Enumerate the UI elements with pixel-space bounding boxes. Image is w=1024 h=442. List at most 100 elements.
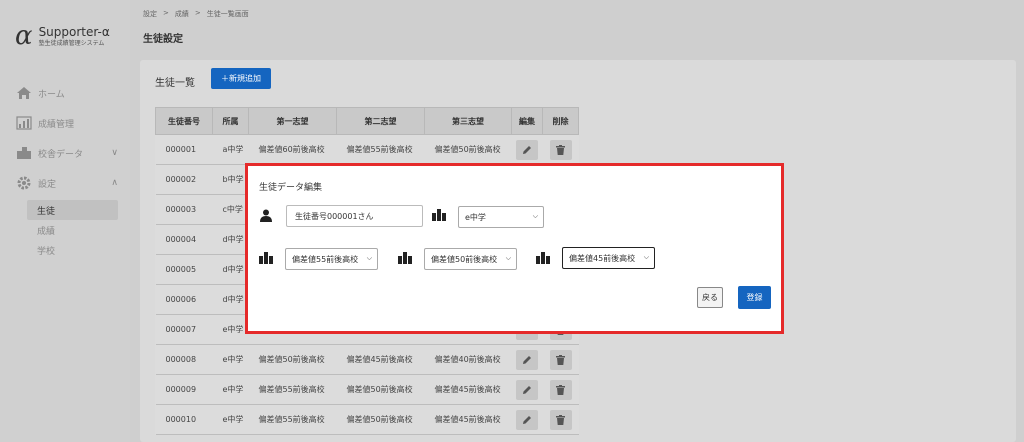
edit-pencil-icon[interactable] <box>516 349 538 370</box>
chevron-down-icon: ⌵ <box>643 253 649 261</box>
edit-student-modal: 生徒データ編集 生徒番号000001さん e中学 ⌵ 偏差値55前後高校 ⌵ 偏… <box>245 163 784 334</box>
second-choice-select[interactable]: 偏差値50前後高校 ⌵ <box>424 248 517 270</box>
table-cell: 000005 <box>155 254 213 285</box>
table-cell: d中学 <box>212 254 249 285</box>
table-cell: 偏差値40前後高校 <box>424 344 512 375</box>
trash-icon[interactable] <box>549 409 572 430</box>
column-header: 第一志望 <box>248 107 337 135</box>
table-cell: b中学 <box>212 164 249 195</box>
breadcrumb-separator: > <box>163 9 169 17</box>
add-student-button[interactable]: ＋新規追加 <box>211 68 271 89</box>
table-cell-delete <box>542 344 579 375</box>
chevron-down-icon: ⌵ <box>505 254 511 262</box>
sidebar-item-home[interactable]: ホーム <box>0 78 130 108</box>
edit-pencil-icon[interactable] <box>516 409 538 430</box>
table-row: 000008 e中学 偏差値50前後高校 偏差値45前後高校 偏差値40前後高校 <box>155 344 579 375</box>
modal-title: 生徒データ編集 <box>259 183 323 193</box>
table-cell: 000008 <box>155 344 213 375</box>
table-header-row: 生徒番号 所属 第一志望 第二志望 第三志望 編集 削除 <box>155 107 579 135</box>
third-choice-select[interactable]: 偏差値45前後高校 ⌵ <box>562 247 655 269</box>
chart-icon <box>15 115 33 131</box>
sidebar-item-grades[interactable]: 成績管理 <box>0 108 130 138</box>
first-choice-value: 偏差値55前後高校 <box>292 254 359 264</box>
table-cell-delete <box>542 374 579 405</box>
back-button[interactable]: 戻る <box>697 287 723 308</box>
school-select-value: e中学 <box>465 212 486 222</box>
page-title: 生徒設定 <box>143 34 183 45</box>
table-cell-delete <box>542 134 579 165</box>
logo-alpha: α <box>15 21 33 51</box>
sidebar-item-label: 成績管理 <box>38 119 75 130</box>
chevron-up-icon: ∧ <box>111 178 118 188</box>
sidebar-nav: ホーム 成績管理 校舎データ ∨ 設定 ∧ 生徒 成績 学校 <box>0 78 130 260</box>
table-cell: 偏差値60前後高校 <box>248 134 337 165</box>
building-icon <box>15 145 33 161</box>
sidebar-subitem-students[interactable]: 生徒 <box>27 200 118 220</box>
column-header: 編集 <box>511 107 543 135</box>
sidebar-subitem-schools[interactable]: 学校 <box>27 240 118 260</box>
table-cell: 偏差値45前後高校 <box>336 344 425 375</box>
table-cell: 偏差値50前後高校 <box>248 344 337 375</box>
table-cell: 000007 <box>155 314 213 345</box>
table-cell: 偏差値55前後高校 <box>248 374 337 405</box>
table-cell-edit <box>511 134 543 165</box>
table-cell: e中学 <box>212 404 249 435</box>
sidebar-item-label: 校舎データ <box>38 149 84 160</box>
table-cell: 000010 <box>155 404 213 435</box>
table-cell: 000003 <box>155 194 213 225</box>
sidebar-item-school-data[interactable]: 校舎データ ∨ <box>0 138 130 168</box>
second-choice-value: 偏差値50前後高校 <box>431 254 498 264</box>
app-title: Supporter-α <box>38 25 110 39</box>
third-choice-value: 偏差値45前後高校 <box>569 253 636 263</box>
column-header: 削除 <box>542 107 579 135</box>
table-cell: 000001 <box>155 134 213 165</box>
table-cell: d中学 <box>212 224 249 255</box>
table-cell: d中学 <box>212 284 249 315</box>
edit-pencil-icon[interactable] <box>516 139 538 160</box>
app-logo: α Supporter-α 塾生徒成績管理システム <box>15 22 110 50</box>
first-choice-select[interactable]: 偏差値55前後高校 ⌵ <box>285 248 378 270</box>
table-cell: 偏差値55前後高校 <box>336 134 425 165</box>
chevron-down-icon: ⌵ <box>532 212 538 220</box>
sidebar-item-label: ホーム <box>38 89 65 100</box>
table-cell: 偏差値45前後高校 <box>424 404 512 435</box>
list-title: 生徒一覧 <box>155 78 195 89</box>
sidebar-item-settings[interactable]: 設定 ∧ <box>0 168 130 198</box>
chevron-down-icon: ⌵ <box>366 254 372 262</box>
table-cell: c中学 <box>212 194 249 225</box>
table-cell: 偏差値50前後高校 <box>336 404 425 435</box>
table-cell: 000009 <box>155 374 213 405</box>
table-cell-edit <box>511 344 543 375</box>
table-cell: 偏差値55前後高校 <box>248 404 337 435</box>
column-header: 第二志望 <box>336 107 425 135</box>
app-subtitle: 塾生徒成績管理システム <box>38 40 105 47</box>
table-cell: 偏差値50前後高校 <box>424 134 512 165</box>
column-header: 第三志望 <box>424 107 512 135</box>
column-header: 生徒番号 <box>155 107 213 135</box>
user-icon <box>259 208 273 222</box>
home-icon <box>15 85 33 101</box>
table-cell: 000006 <box>155 284 213 315</box>
student-name-field[interactable]: 生徒番号000001さん <box>286 205 423 227</box>
chevron-down-icon: ∨ <box>111 148 118 158</box>
table-cell: e中学 <box>212 344 249 375</box>
trash-icon[interactable] <box>549 349 572 370</box>
building-icon <box>398 251 412 265</box>
breadcrumb-separator: > <box>194 9 201 17</box>
trash-icon[interactable] <box>549 139 572 160</box>
table-cell-edit <box>511 404 543 435</box>
table-row: 000001 a中学 偏差値60前後高校 偏差値55前後高校 偏差値50前後高校 <box>155 134 579 165</box>
sidebar-subitem-grades[interactable]: 成績 <box>27 220 118 240</box>
school-select[interactable]: e中学 ⌵ <box>458 206 544 228</box>
table-cell: 000004 <box>155 224 213 255</box>
breadcrumb-item[interactable]: 設定 <box>143 9 157 19</box>
trash-icon[interactable] <box>549 379 572 400</box>
breadcrumb-item[interactable]: 成績 <box>175 9 189 19</box>
column-header: 所属 <box>212 107 249 135</box>
table-cell-edit <box>511 374 543 405</box>
table-cell: a中学 <box>212 134 249 165</box>
building-icon <box>432 208 446 222</box>
table-row: 000009 e中学 偏差値55前後高校 偏差値50前後高校 偏差値45前後高校 <box>155 374 579 405</box>
edit-pencil-icon[interactable] <box>516 379 538 400</box>
register-button[interactable]: 登録 <box>738 286 771 309</box>
